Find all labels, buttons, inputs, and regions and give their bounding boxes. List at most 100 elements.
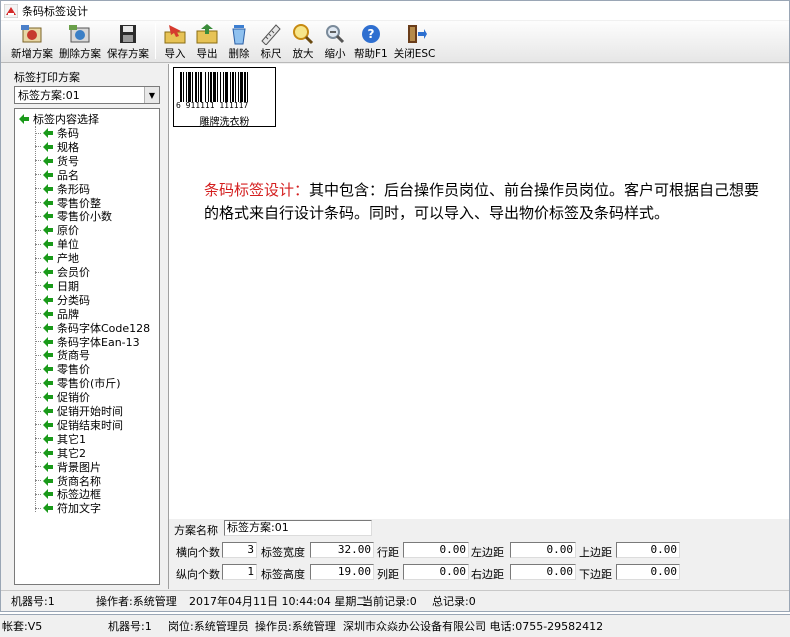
tree-item[interactable]: 条码 [35, 126, 79, 140]
delete-icon [232, 25, 246, 45]
tree-item[interactable]: 符加文字 [35, 501, 101, 515]
tree-item[interactable]: 促销价 [35, 390, 90, 404]
zoom-out-icon [326, 25, 345, 44]
exit-icon [407, 25, 427, 43]
tree-root[interactable]: 标签内容选择 [19, 112, 99, 126]
new-plan-button[interactable]: 新增方案 [8, 21, 56, 61]
exit-button[interactable]: 关闭ESC [391, 21, 439, 61]
label-width-field[interactable]: 32.00 [310, 542, 374, 558]
tree-item[interactable]: 零售价 [35, 362, 90, 376]
barcode-bar [244, 72, 246, 102]
scheme-name-field[interactable]: 标签方案:01 [224, 520, 372, 536]
status-datetime: 2017年04月11日 10:44:04 星期二 [189, 595, 368, 608]
tree-item[interactable]: 其它1 [35, 432, 86, 446]
tree-item[interactable]: 其它2 [35, 446, 86, 460]
tree-connector [35, 229, 41, 231]
arrow-icon [43, 280, 53, 291]
tree-connector [35, 132, 41, 134]
bottom-margin-field[interactable]: 0.00 [616, 564, 680, 580]
arrow-icon [43, 433, 53, 444]
tree-item[interactable]: 标签边框 [35, 487, 101, 501]
tree-connector [35, 438, 41, 440]
tree-item[interactable]: 零售价小数 [35, 209, 112, 223]
tree-item-label: 符加文字 [57, 502, 101, 516]
tree-item[interactable]: 促销结束时间 [35, 418, 123, 432]
tree-connector [35, 466, 41, 468]
arrow-icon [43, 503, 53, 514]
left-panel: 标签打印方案 标签方案:01 ▼ 标签内容选择 条码 规格 货号 品名 条形码 零售价整零… [1, 64, 168, 589]
tree-item[interactable]: 促销开始时间 [35, 404, 123, 418]
tree-connector [35, 327, 41, 329]
export-button[interactable]: 导出 [191, 21, 223, 61]
tree-item[interactable]: 会员价 [35, 265, 90, 279]
tree-connector [35, 368, 41, 370]
ruler-button[interactable]: 标尺 [255, 21, 287, 61]
barcode-bar [183, 72, 184, 102]
barcode-bar [232, 72, 234, 102]
tree-item[interactable]: 零售价整 [35, 196, 101, 210]
toolbar-separator [155, 23, 156, 59]
tree-item[interactable]: 零售价(市斤) [35, 376, 121, 390]
chevron-down-icon[interactable]: ▼ [144, 87, 159, 103]
row-spacing-field[interactable]: 0.00 [403, 542, 469, 558]
arrow-icon [43, 447, 53, 458]
scheme-select[interactable]: 标签方案:01 ▼ [14, 86, 160, 104]
barcode-bar [208, 72, 209, 102]
arrow-icon [43, 322, 53, 333]
arrow-icon [43, 378, 53, 389]
arrow-icon [43, 141, 53, 152]
column-spacing-label: 列距 [377, 568, 399, 581]
zoom-in-button[interactable]: 放大 [287, 21, 319, 61]
barcode-label-preview[interactable]: 6 911111 111117 雕牌洗衣粉 [173, 67, 276, 128]
scheme-properties-panel: 方案名称 标签方案:01 横向个数 3 标签宽度 32.00 行距 0.00 左… [168, 519, 789, 589]
content-tree: 标签内容选择 条码 规格 货号 品名 条形码 零售价整 零售价小数 原价 单位 产地 会员价 日期 分类… [14, 108, 160, 585]
scheme-select-value: 标签方案:01 [18, 89, 80, 102]
toolbar: 新增方案 删除方案 保存方案 导入 导出 删除 标尺 放大 缩小 ? 帮助F1 … [1, 21, 789, 63]
tree-item[interactable]: 品名 [35, 168, 79, 182]
delete-plan-button[interactable]: 删除方案 [56, 21, 104, 61]
tree-item[interactable]: 品牌 [35, 307, 79, 321]
tree-item[interactable]: 条形码 [35, 182, 90, 196]
arrow-icon [43, 336, 53, 347]
tree-item[interactable]: 货商号 [35, 348, 90, 362]
column-spacing-field[interactable]: 0.00 [403, 564, 469, 580]
tree-item[interactable]: 原价 [35, 223, 79, 237]
label-height-field[interactable]: 19.00 [310, 564, 374, 580]
tree-item[interactable]: 日期 [35, 279, 79, 293]
tree-item[interactable]: 分类码 [35, 293, 90, 307]
barcode-bar [195, 72, 197, 102]
tree-item[interactable]: 背景图片 [35, 460, 101, 474]
delete-button[interactable]: 删除 [223, 21, 255, 61]
vertical-count-field[interactable]: 1 [222, 564, 257, 580]
tree-item[interactable]: 条码字体Ean-13 [35, 335, 140, 349]
left-margin-field[interactable]: 0.00 [510, 542, 576, 558]
top-margin-field[interactable]: 0.00 [616, 542, 680, 558]
barcode-bar [200, 72, 202, 102]
tree-item[interactable]: 规格 [35, 140, 79, 154]
tree-item[interactable]: 货号 [35, 154, 79, 168]
barcode-bars [180, 72, 248, 102]
barcode-bar [192, 72, 193, 102]
arrow-icon [43, 475, 53, 486]
tree-connector [35, 160, 41, 162]
tree-connector [35, 146, 41, 148]
tree-item[interactable]: 单位 [35, 237, 79, 251]
tree-item[interactable]: 货商名称 [35, 474, 101, 488]
barcode-bar [180, 72, 182, 102]
vertical-count-label: 纵向个数 [176, 568, 220, 581]
horizontal-count-field[interactable]: 3 [222, 542, 257, 558]
tree-connector [35, 271, 41, 273]
tree-connector [35, 257, 41, 259]
barcode-bar [186, 72, 187, 102]
help-button[interactable]: ? 帮助F1 [351, 21, 391, 61]
zoom-out-button[interactable]: 缩小 [319, 21, 351, 61]
status-current-record: 当前记录:0 [362, 595, 417, 608]
design-canvas[interactable]: 6 911111 111117 雕牌洗衣粉 条码标签设计：其中包含：后台操作员岗… [168, 64, 789, 519]
tree-item[interactable]: 条码字体Code128 [35, 321, 150, 335]
save-plan-button[interactable]: 保存方案 [104, 21, 152, 61]
import-button[interactable]: 导入 [159, 21, 191, 61]
tree-connector [35, 341, 41, 342]
right-margin-field[interactable]: 0.00 [510, 564, 576, 580]
tree-item[interactable]: 产地 [35, 251, 79, 265]
arrow-icon [43, 253, 53, 264]
